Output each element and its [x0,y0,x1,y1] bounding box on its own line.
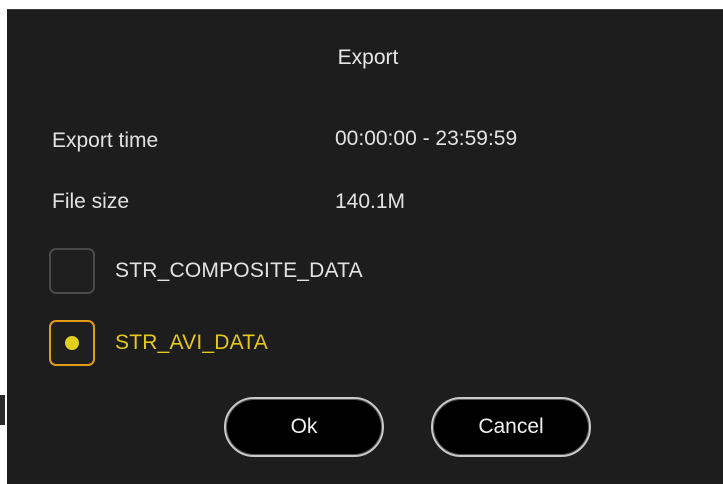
background-window-fragment [0,395,5,425]
file-size-label: File size [52,190,130,213]
avi-data-checkbox[interactable] [49,320,95,366]
avi-data-label: STR_AVI_DATA [115,331,268,354]
composite-data-label: STR_COMPOSITE_DATA [115,259,363,282]
background-window-edge [0,0,7,484]
export-time-value: 00:00:00 - 23:59:59 [335,127,518,150]
selected-dot-icon [65,336,79,350]
option-avi-data[interactable]: STR_AVI_DATA [49,318,268,368]
export-time-label: Export time [52,129,159,152]
option-composite-data[interactable]: STR_COMPOSITE_DATA [49,246,363,296]
export-dialog: Export Export time 00:00:00 - 23:59:59 F… [7,9,723,484]
file-size-value: 140.1M [335,190,406,213]
composite-data-checkbox[interactable] [49,248,95,294]
dialog-title: Export [337,46,399,69]
ok-button[interactable]: Ok [224,397,384,457]
cancel-button[interactable]: Cancel [431,397,591,457]
